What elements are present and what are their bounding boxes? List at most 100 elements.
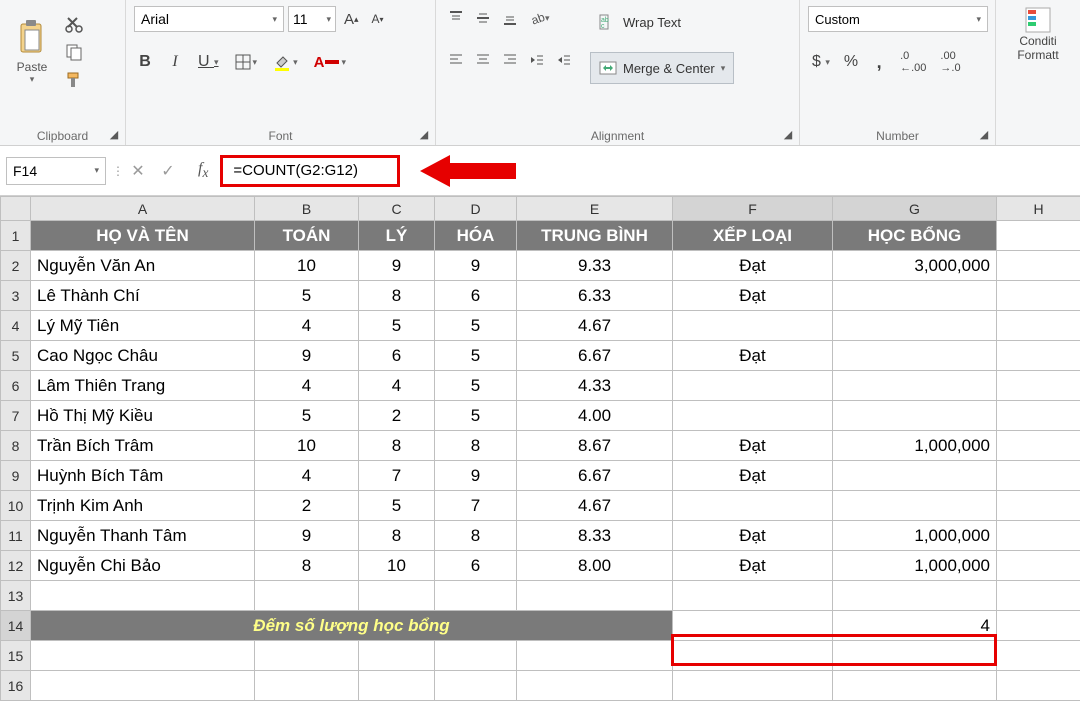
cell-hoa[interactable]: 5 xyxy=(435,341,517,371)
cell[interactable] xyxy=(517,641,673,671)
cell[interactable] xyxy=(255,641,359,671)
row-header-12[interactable]: 12 xyxy=(1,551,31,581)
cell-ly[interactable]: 8 xyxy=(359,281,435,311)
col-header-D[interactable]: D xyxy=(435,197,517,221)
cut-button[interactable] xyxy=(61,12,87,36)
cell-tb[interactable]: 6.67 xyxy=(517,341,673,371)
paste-dropdown-caret[interactable]: ▾ xyxy=(30,74,35,85)
cell-name[interactable]: Nguyễn Chi Bảo xyxy=(31,551,255,581)
cell[interactable] xyxy=(31,671,255,701)
table-header[interactable]: TRUNG BÌNH xyxy=(517,221,673,251)
font-dialog-launcher[interactable]: ◢ xyxy=(417,128,431,142)
cell[interactable] xyxy=(997,641,1080,671)
cell-toan[interactable]: 9 xyxy=(255,341,359,371)
cell[interactable] xyxy=(255,671,359,701)
cell-tb[interactable]: 4.00 xyxy=(517,401,673,431)
number-dialog-launcher[interactable]: ◢ xyxy=(977,128,991,142)
cell-xeploai[interactable]: Đạt xyxy=(673,431,833,461)
italic-button[interactable]: I xyxy=(164,50,186,74)
cell[interactable] xyxy=(997,461,1080,491)
row-header-7[interactable]: 7 xyxy=(1,401,31,431)
increase-indent-button[interactable] xyxy=(552,48,576,72)
cell[interactable] xyxy=(833,581,997,611)
align-middle-button[interactable] xyxy=(471,6,495,30)
row-header-11[interactable]: 11 xyxy=(1,521,31,551)
decrease-font-button[interactable]: A▾ xyxy=(367,7,389,31)
col-header-C[interactable]: C xyxy=(359,197,435,221)
copy-button[interactable] xyxy=(61,40,87,64)
row-header-3[interactable]: 3 xyxy=(1,281,31,311)
row-header-13[interactable]: 13 xyxy=(1,581,31,611)
row-header-4[interactable]: 4 xyxy=(1,311,31,341)
cell-ly[interactable]: 6 xyxy=(359,341,435,371)
cell-toan[interactable]: 5 xyxy=(255,401,359,431)
cell-toan[interactable]: 4 xyxy=(255,371,359,401)
cell[interactable] xyxy=(673,581,833,611)
table-header[interactable]: HỌ VÀ TÊN xyxy=(31,221,255,251)
col-header-F[interactable]: F xyxy=(673,197,833,221)
cell[interactable] xyxy=(997,431,1080,461)
cell[interactable] xyxy=(359,581,435,611)
table-header[interactable]: XẾP LOẠI xyxy=(673,221,833,251)
row-header-9[interactable]: 9 xyxy=(1,461,31,491)
row-header-16[interactable]: 16 xyxy=(1,671,31,701)
cell-tb[interactable]: 4.33 xyxy=(517,371,673,401)
cell[interactable] xyxy=(517,671,673,701)
col-header-H[interactable]: H xyxy=(997,197,1080,221)
cell[interactable] xyxy=(31,641,255,671)
decrease-decimal-button[interactable]: .00→.0 xyxy=(936,50,964,74)
cell-toan[interactable]: 5 xyxy=(255,281,359,311)
cell-name[interactable]: Hồ Thị Mỹ Kiều xyxy=(31,401,255,431)
summary-result[interactable]: 4 xyxy=(833,611,997,641)
row-header-1[interactable]: 1 xyxy=(1,221,31,251)
cell-ly[interactable]: 7 xyxy=(359,461,435,491)
cell-hoa[interactable]: 9 xyxy=(435,251,517,281)
cell[interactable] xyxy=(997,311,1080,341)
cell-xeploai[interactable] xyxy=(673,371,833,401)
cell[interactable] xyxy=(31,581,255,611)
cell-name[interactable]: Trần Bích Trâm xyxy=(31,431,255,461)
alignment-dialog-launcher[interactable]: ◢ xyxy=(781,128,795,142)
cell-hocbong[interactable] xyxy=(833,311,997,341)
cell[interactable] xyxy=(997,221,1080,251)
cell-hocbong[interactable] xyxy=(833,281,997,311)
cell-tb[interactable]: 8.67 xyxy=(517,431,673,461)
cell-hoa[interactable]: 5 xyxy=(435,371,517,401)
spreadsheet-grid[interactable]: A B C D E F G H 1HỌ VÀ TÊNTOÁNLÝHÓATRUNG… xyxy=(0,196,1080,701)
cell-toan[interactable]: 2 xyxy=(255,491,359,521)
cell-ly[interactable]: 5 xyxy=(359,491,435,521)
cell-xeploai[interactable]: Đạt xyxy=(673,251,833,281)
cell-toan[interactable]: 4 xyxy=(255,311,359,341)
cell[interactable] xyxy=(997,341,1080,371)
cell[interactable] xyxy=(997,401,1080,431)
cell-hocbong[interactable] xyxy=(833,461,997,491)
cell[interactable] xyxy=(255,581,359,611)
fx-icon[interactable]: fx xyxy=(186,160,214,181)
cell-ly[interactable]: 10 xyxy=(359,551,435,581)
cell-tb[interactable]: 6.67 xyxy=(517,461,673,491)
bold-button[interactable]: B xyxy=(134,50,156,74)
cell-hocbong[interactable] xyxy=(833,371,997,401)
cell[interactable] xyxy=(997,581,1080,611)
cell-hocbong[interactable] xyxy=(833,341,997,371)
cell-ly[interactable]: 9 xyxy=(359,251,435,281)
row-header-14[interactable]: 14 xyxy=(1,611,31,641)
name-box[interactable]: F14 ▾ xyxy=(6,157,106,185)
cell-xeploai[interactable] xyxy=(673,491,833,521)
font-color-button[interactable]: A ▾ xyxy=(310,50,350,74)
fill-color-button[interactable]: ▾ xyxy=(269,50,302,74)
cell-tb[interactable]: 6.33 xyxy=(517,281,673,311)
select-all-corner[interactable] xyxy=(1,197,31,221)
cell[interactable] xyxy=(997,671,1080,701)
align-top-button[interactable] xyxy=(444,6,468,30)
cell[interactable] xyxy=(997,251,1080,281)
cell-name[interactable]: Trịnh Kim Anh xyxy=(31,491,255,521)
align-center-button[interactable] xyxy=(471,48,495,72)
cell-hoa[interactable]: 7 xyxy=(435,491,517,521)
cell-hocbong[interactable] xyxy=(833,401,997,431)
cell[interactable] xyxy=(517,581,673,611)
cell[interactable] xyxy=(435,671,517,701)
cell[interactable] xyxy=(435,581,517,611)
font-size-combo[interactable]: 11 ▾ xyxy=(288,6,336,32)
cell-ly[interactable]: 8 xyxy=(359,521,435,551)
